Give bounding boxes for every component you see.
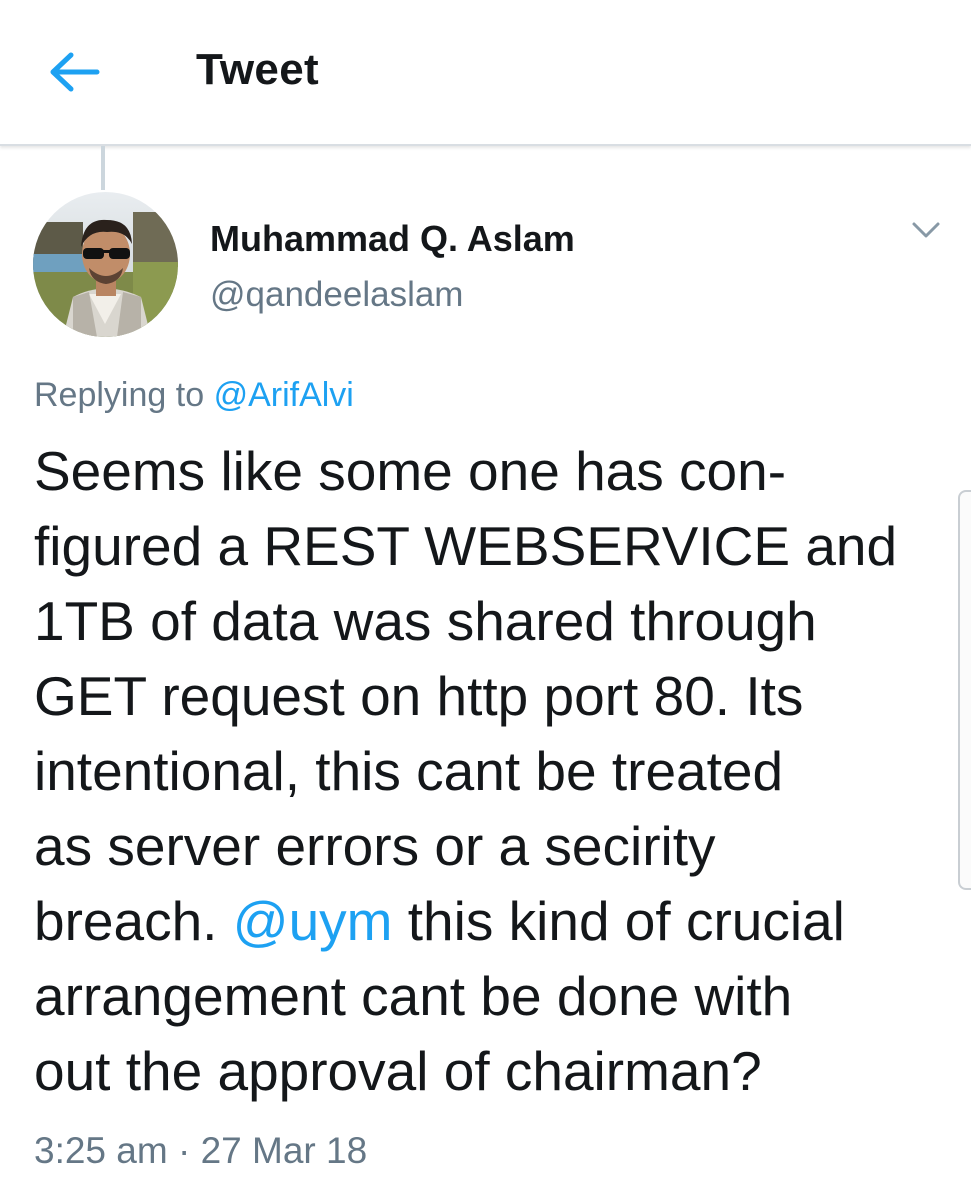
tweet-text: Seems like some one has con- figured a R… xyxy=(34,434,934,1109)
avatar[interactable] xyxy=(33,192,178,337)
top-app-bar: Tweet xyxy=(0,0,971,146)
replying-to-label: Replying to xyxy=(34,376,205,414)
tweet-text-segment: breach. xyxy=(34,890,233,952)
timestamp-separator: · xyxy=(177,1130,191,1171)
tweet-time: 3:25 am xyxy=(34,1130,168,1171)
tweet-text-line: intentional, this cant be treated xyxy=(34,740,784,802)
scrollbar-handle[interactable] xyxy=(958,490,971,890)
tweet-text-line: as server errors or a secirity xyxy=(34,815,716,877)
page-title: Tweet xyxy=(196,45,319,94)
tweet-text-line: Seems like some one has con- xyxy=(34,440,787,502)
replying-to-mention-link[interactable]: @ArifAlvi xyxy=(214,376,354,414)
mention-link-uym[interactable]: @uym xyxy=(233,890,393,952)
tweet-text-segment: this kind of crucial xyxy=(392,890,845,952)
replying-to-line: Replying to @ArifAlvi xyxy=(34,372,354,418)
arrow-left-icon xyxy=(49,52,101,92)
tweet-date: 27 Mar 18 xyxy=(200,1130,368,1171)
author-display-name[interactable]: Muhammad Q. Aslam xyxy=(210,216,575,262)
author-handle[interactable]: @qandeelaslam xyxy=(210,272,463,318)
thread-connector-line xyxy=(101,146,105,190)
tweet-menu-button[interactable] xyxy=(900,210,952,254)
tweet-text-line: arrangement cant be done with xyxy=(34,965,793,1027)
tweet-timestamp: 3:25 am · 27 Mar 18 xyxy=(34,1126,367,1176)
profile-photo-icon xyxy=(33,192,178,337)
back-button[interactable] xyxy=(40,40,110,104)
tweet-text-line: 1TB of data was shared through xyxy=(34,590,817,652)
tweet-text-line: GET request on http port 80. Its xyxy=(34,665,804,727)
tweet-text-line: breach. @uym this kind of crucial xyxy=(34,884,934,959)
chevron-down-icon xyxy=(911,221,941,244)
tweet-text-line: figured a REST WEBSERVICE and xyxy=(34,515,898,577)
tweet-text-line: out the approval of chairman? xyxy=(34,1040,762,1102)
